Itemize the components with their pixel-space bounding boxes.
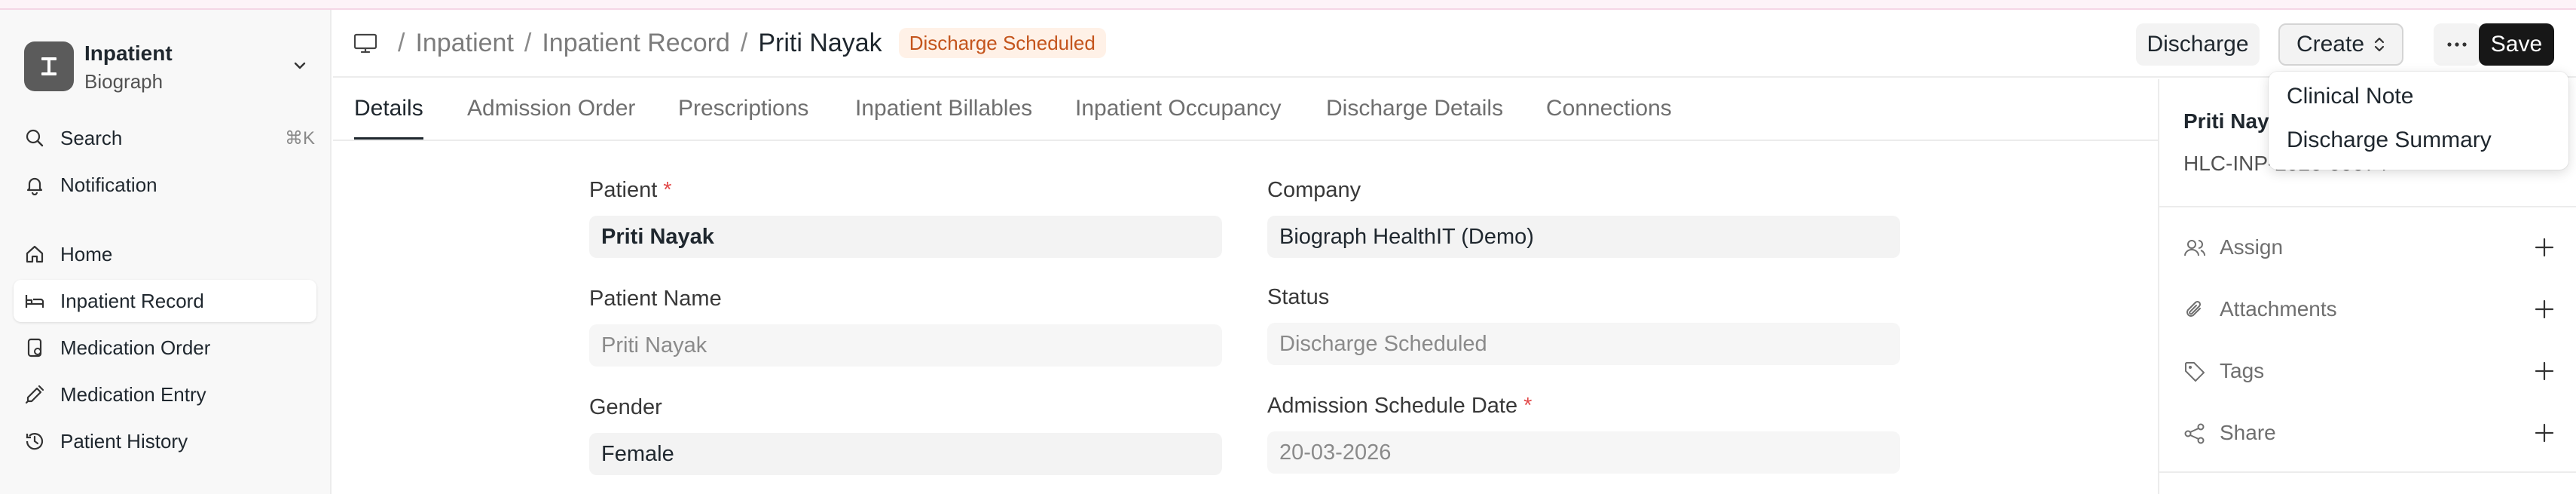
- breadcrumb: / Inpatient / Inpatient Record / Priti N…: [387, 26, 1106, 60]
- bed-icon: [24, 290, 45, 311]
- status-badge: Discharge Scheduled: [898, 28, 1106, 58]
- sidebar: Inpatient Biograph Search ⌘K Notificatio…: [0, 10, 332, 494]
- breadcrumb-separator: /: [524, 28, 532, 57]
- discharge-button[interactable]: Discharge: [2136, 23, 2260, 66]
- sidebar-item-label: Patient History: [60, 429, 188, 453]
- plus-icon[interactable]: [2532, 421, 2556, 445]
- select-arrows-icon: [2373, 35, 2385, 54]
- search-item[interactable]: Search ⌘K: [14, 117, 316, 159]
- notification-label: Notification: [60, 173, 157, 196]
- tab-connections[interactable]: Connections: [1546, 96, 1672, 140]
- ellipsis-icon: [2446, 41, 2468, 48]
- assign-label: Assign: [2220, 235, 2284, 259]
- breadcrumb-separator: /: [398, 28, 405, 57]
- breadcrumb-inpatient[interactable]: Inpatient: [415, 29, 513, 58]
- status-label: Status: [1267, 285, 1330, 309]
- syringe-icon: [24, 384, 45, 405]
- app-logo: [24, 41, 74, 91]
- sidebar-item-label: Medication Order: [60, 336, 211, 359]
- tags-label: Tags: [2220, 359, 2265, 382]
- create-button[interactable]: Create: [2278, 23, 2403, 66]
- sidebar-item-patient-history[interactable]: Patient History: [14, 420, 316, 462]
- search-shortcut: ⌘K: [284, 127, 315, 149]
- admission-schedule-date-field[interactable]: 20-03-2026: [1267, 431, 1900, 474]
- plus-icon[interactable]: [2532, 359, 2556, 383]
- tab-inpatient-occupancy[interactable]: Inpatient Occupancy: [1075, 96, 1282, 140]
- sidebar-item-medication-entry[interactable]: Medication Entry: [14, 373, 316, 416]
- gender-field[interactable]: Female: [589, 433, 1222, 475]
- breadcrumb-inpatient-record[interactable]: Inpatient Record: [542, 29, 730, 58]
- bell-icon: [24, 174, 45, 195]
- patient-field[interactable]: Priti Nayak: [589, 216, 1222, 258]
- share-row[interactable]: Share: [2183, 412, 2556, 454]
- sidebar-item-label: Home: [60, 242, 113, 265]
- menu-item-discharge-summary[interactable]: Discharge Summary: [2287, 127, 2492, 153]
- pill-icon: [24, 337, 45, 358]
- patient-name-field: Priti Nayak: [589, 324, 1222, 367]
- search-icon: [24, 127, 45, 149]
- app-switcher[interactable]: Inpatient Biograph: [24, 32, 310, 100]
- search-label: Search: [60, 126, 123, 149]
- tab-admission-order[interactable]: Admission Order: [467, 96, 635, 140]
- app-title: Inpatient: [84, 41, 173, 65]
- divider: [2159, 471, 2576, 473]
- menu-item-clinical-note[interactable]: Clinical Note: [2287, 84, 2413, 109]
- more-options-button[interactable]: [2434, 23, 2480, 66]
- sidebar-item-label: Inpatient Record: [60, 289, 204, 312]
- plus-icon[interactable]: [2532, 297, 2556, 321]
- page-header: / Inpatient / Inpatient Record / Priti N…: [333, 10, 2576, 78]
- create-button-label: Create: [2296, 32, 2365, 57]
- tab-prescriptions[interactable]: Prescriptions: [678, 96, 808, 140]
- patient-label: Patient *: [589, 178, 672, 202]
- sidebar-item-label: Medication Entry: [60, 382, 206, 406]
- tag-icon: [2183, 361, 2206, 383]
- page-title: Priti Nayak: [758, 28, 882, 57]
- tab-inpatient-billables[interactable]: Inpatient Billables: [855, 96, 1032, 140]
- assign-row[interactable]: Assign: [2183, 226, 2556, 268]
- history-icon: [24, 431, 45, 452]
- app-subtitle: Biograph: [84, 70, 163, 93]
- sidebar-item-medication-order[interactable]: Medication Order: [14, 327, 316, 369]
- notification-item[interactable]: Notification: [14, 164, 316, 206]
- users-icon: [2183, 237, 2206, 259]
- paperclip-icon: [2183, 299, 2206, 321]
- breadcrumb-separator: /: [740, 28, 748, 57]
- company-label: Company: [1267, 178, 1361, 202]
- attachments-label: Attachments: [2220, 297, 2337, 321]
- tab-details[interactable]: Details: [354, 96, 423, 140]
- admission-schedule-date-label: Admission Schedule Date *: [1267, 394, 1532, 418]
- desktop-icon[interactable]: [353, 32, 378, 55]
- create-dropdown-menu: Clinical Note Discharge Summary: [2269, 72, 2568, 170]
- required-marker: *: [1523, 394, 1532, 418]
- top-accent-bar: [0, 0, 2576, 10]
- plus-icon[interactable]: [2532, 235, 2556, 259]
- patient-name-label: Patient Name: [589, 287, 722, 311]
- divider: [2159, 206, 2576, 207]
- tab-discharge-details[interactable]: Discharge Details: [1326, 96, 1503, 140]
- share-label: Share: [2220, 421, 2276, 444]
- record-name: Priti Nay: [2183, 109, 2269, 133]
- tab-bar: Details Admission Order Prescriptions In…: [333, 79, 2158, 141]
- chevron-down-icon[interactable]: [289, 55, 310, 76]
- attachments-row[interactable]: Attachments: [2183, 288, 2556, 330]
- company-field[interactable]: Biograph HealthIT (Demo): [1267, 216, 1900, 258]
- share-icon: [2183, 422, 2206, 445]
- sidebar-item-inpatient-record[interactable]: Inpatient Record: [14, 280, 316, 322]
- status-field: Discharge Scheduled: [1267, 323, 1900, 365]
- home-icon: [24, 244, 45, 265]
- sidebar-item-home[interactable]: Home: [14, 233, 316, 275]
- required-marker: *: [663, 178, 672, 202]
- gender-label: Gender: [589, 395, 662, 419]
- tags-row[interactable]: Tags: [2183, 350, 2556, 392]
- save-button[interactable]: Save: [2479, 23, 2554, 66]
